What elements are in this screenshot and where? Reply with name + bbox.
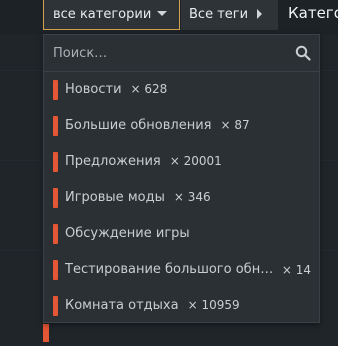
search-input[interactable] [53, 43, 283, 63]
category-name: Обсуждение игры [65, 226, 190, 241]
nav-tab-label: Категории [288, 4, 338, 22]
filter-bar: все категории Все теги Категории [0, 0, 338, 34]
category-color-swatch [53, 260, 58, 280]
list-item[interactable]: Игровые моды × 346 [44, 180, 319, 216]
categories-dropdown: Новости × 628 Большие обновления × 87 Пред… [43, 34, 320, 323]
category-color-swatch [53, 224, 58, 244]
category-name: Комната отдыха [65, 298, 179, 313]
tags-button-label: Все теги [189, 6, 249, 22]
topic-count: × 87 [220, 118, 250, 132]
category-name: Тестирование большого обн… [65, 262, 274, 277]
topic-count: × 14 [281, 263, 311, 277]
search-icon[interactable] [295, 45, 311, 61]
list-item[interactable]: Новости × 628 [44, 72, 319, 108]
caret-right-icon [257, 9, 262, 19]
category-name: Игровые моды [65, 190, 165, 205]
categories-dropdown-button[interactable]: все категории [43, 0, 180, 30]
category-name: Большие обновления [65, 118, 212, 133]
category-name: Новости [65, 82, 122, 97]
list-item[interactable]: Обсуждение игры [44, 216, 319, 252]
search-row [44, 35, 319, 72]
category-color-swatch [53, 296, 58, 316]
category-color-swatch [53, 152, 58, 172]
topic-count: × 10959 [187, 298, 240, 312]
list-item[interactable]: Предложения × 20001 [44, 144, 319, 180]
topic-count: × 346 [173, 190, 211, 204]
category-color-swatch [53, 188, 58, 208]
topic-count: × 20001 [169, 154, 222, 168]
list-item[interactable]: Комната отдыха × 10959 [44, 288, 319, 324]
category-color-swatch [53, 116, 58, 136]
tags-dropdown-button[interactable]: Все теги [181, 0, 278, 30]
caret-down-icon [157, 11, 167, 16]
list-item[interactable]: Тестирование большого обн… × 14 [44, 252, 319, 288]
category-color-swatch [43, 324, 49, 342]
nav-tab-categories[interactable]: Категории [279, 0, 338, 30]
categories-button-label: все категории [53, 6, 152, 22]
category-name: Предложения [65, 154, 161, 169]
category-color-swatch [53, 80, 58, 100]
topic-count: × 628 [130, 82, 168, 96]
list-item[interactable]: Большие обновления × 87 [44, 108, 319, 144]
